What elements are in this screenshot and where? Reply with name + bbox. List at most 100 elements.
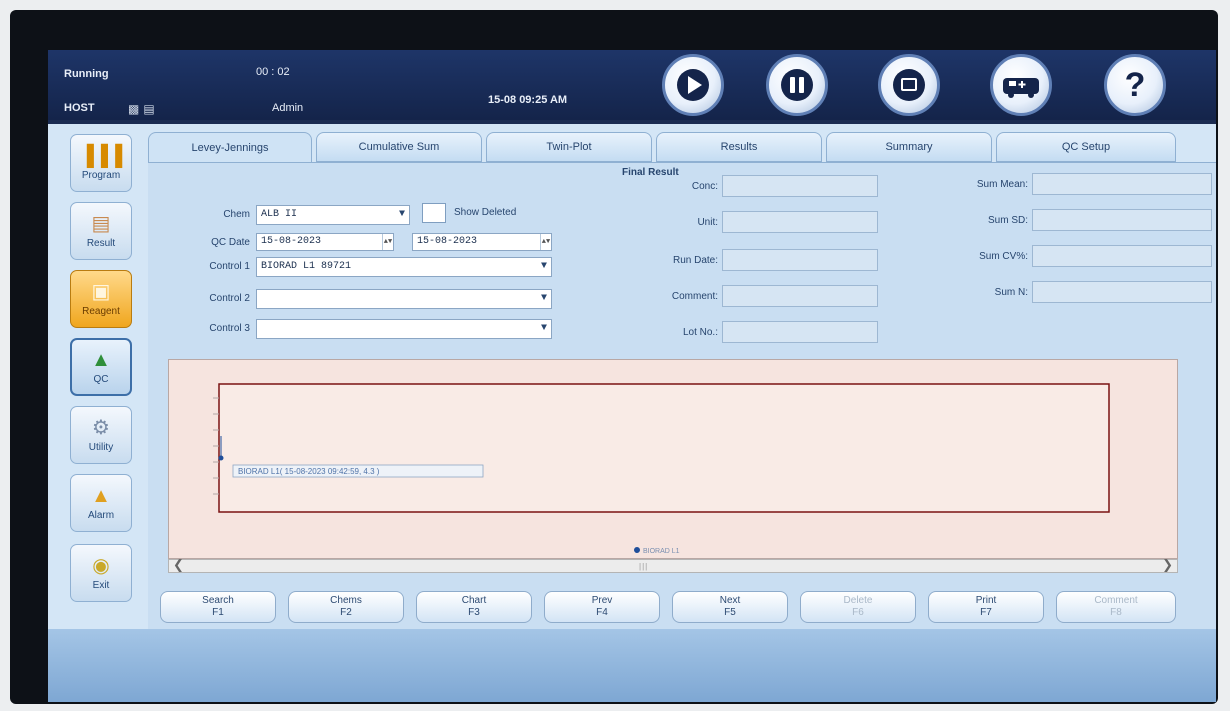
stop-button[interactable] bbox=[878, 54, 940, 116]
status-strip bbox=[48, 629, 1216, 702]
chart-button[interactable]: Chart F3 bbox=[416, 591, 532, 623]
scroll-right-icon[interactable]: ❯ bbox=[1162, 557, 1173, 573]
sidebar-item-label: Alarm bbox=[87, 509, 115, 521]
connection-icons: ▩▤ bbox=[128, 102, 159, 116]
sidebar-item-label: Result bbox=[86, 237, 116, 249]
button-label: Chems bbox=[330, 595, 362, 606]
monitor-bezel: Running 00 : 02 HOST ▩▤ Admin 15-08 09:2… bbox=[10, 10, 1218, 704]
tab-results[interactable]: Results bbox=[656, 132, 822, 162]
tab-twin-plot[interactable]: Twin-Plot bbox=[486, 132, 652, 162]
button-label: Print bbox=[975, 595, 997, 606]
sum-n-label: Sum N: bbox=[994, 287, 1028, 298]
chevron-down-icon: ▼ bbox=[540, 261, 547, 272]
program-icon: ▐▐▐ bbox=[79, 144, 123, 167]
chems-button[interactable]: Chems F2 bbox=[288, 591, 404, 623]
network-icon: ▩ bbox=[128, 102, 144, 116]
sidebar-item-reagent[interactable]: ▣ Reagent bbox=[70, 270, 132, 328]
sum-mean-label: Sum Mean: bbox=[976, 179, 1028, 190]
chevron-down-icon: ▼ bbox=[540, 323, 547, 334]
search-button[interactable]: Search F1 bbox=[160, 591, 276, 623]
comment-field bbox=[722, 285, 878, 307]
scroll-left-icon[interactable]: ❮ bbox=[173, 557, 184, 573]
sum-cv-label: Sum CV%: bbox=[979, 251, 1028, 262]
sidebar-item-label: Reagent bbox=[82, 305, 120, 317]
sidebar-item-label: Utility bbox=[88, 441, 114, 453]
prev-button[interactable]: Prev F4 bbox=[544, 591, 660, 623]
reagent-icon: ▣ bbox=[91, 280, 111, 303]
button-key: F6 bbox=[852, 607, 864, 618]
control3-select[interactable]: ▼ bbox=[256, 319, 552, 339]
sum-sd-field bbox=[1032, 209, 1212, 231]
date-spinner-icon[interactable]: ▲▼ bbox=[382, 234, 393, 250]
host-label: HOST bbox=[64, 102, 95, 114]
button-key: F4 bbox=[596, 607, 608, 618]
qc-date-from-value: 15-08-2023 bbox=[261, 236, 322, 247]
result-icon: ▤ bbox=[91, 212, 111, 235]
legend-marker bbox=[634, 547, 640, 553]
show-deleted-label: Show Deleted bbox=[454, 207, 517, 218]
scroll-grip[interactable]: ||| bbox=[639, 562, 648, 571]
emergency-button[interactable] bbox=[990, 54, 1052, 116]
button-label: Chart bbox=[461, 595, 487, 606]
show-deleted-checkbox[interactable] bbox=[422, 203, 446, 223]
clock: 15-08 09:25 AM bbox=[488, 94, 568, 106]
button-label: Search bbox=[202, 595, 234, 606]
comment-label: Comment: bbox=[671, 291, 718, 302]
alarm-icon: ▲ bbox=[91, 484, 111, 507]
sum-cv-field bbox=[1032, 245, 1212, 267]
unit-field bbox=[722, 211, 878, 233]
help-button[interactable]: ? bbox=[1104, 54, 1166, 116]
sidebar-item-alarm[interactable]: ▲ Alarm bbox=[70, 474, 132, 532]
help-icon: ? bbox=[1124, 65, 1146, 104]
run-date-label: Run Date: bbox=[672, 255, 718, 266]
chem-select[interactable]: ALB II ▼ bbox=[256, 205, 410, 225]
levey-jennings-chart: BIORAD L1( 15-08-2023 09:42:59, 4.3 ) BI… bbox=[168, 359, 1178, 559]
button-key: F2 bbox=[340, 607, 352, 618]
delete-button[interactable]: Delete F6 bbox=[800, 591, 916, 623]
tab-levey-jennings[interactable]: Levey-Jennings bbox=[148, 132, 312, 162]
control1-label: Control 1 bbox=[209, 261, 250, 272]
qc-date-to-field[interactable]: 15-08-2023 ▲▼ bbox=[412, 233, 552, 251]
ambulance-icon bbox=[1003, 78, 1039, 98]
plot-frame bbox=[218, 383, 1110, 513]
next-button[interactable]: Next F5 bbox=[672, 591, 788, 623]
chart-svg: BIORAD L1( 15-08-2023 09:42:59, 4.3 ) BI… bbox=[213, 383, 1110, 555]
tab-cumulative-sum[interactable]: Cumulative Sum bbox=[316, 132, 482, 162]
qc-date-from-field[interactable]: 15-08-2023 ▲▼ bbox=[256, 233, 394, 251]
sidebar-item-exit[interactable]: ◉ Exit bbox=[70, 544, 132, 602]
legend-label: BIORAD L1 bbox=[643, 548, 680, 555]
control1-value: BIORAD L1 89721 bbox=[261, 261, 352, 272]
point-label-text: BIORAD L1( 15-08-2023 09:42:59, 4.3 ) bbox=[238, 467, 380, 476]
button-key: F8 bbox=[1110, 607, 1122, 618]
chart-legend: BIORAD L1 bbox=[634, 547, 680, 555]
button-label: Delete bbox=[843, 595, 873, 606]
control2-label: Control 2 bbox=[209, 293, 250, 304]
chevron-down-icon: ▼ bbox=[398, 209, 405, 220]
chart-scrollbar[interactable]: ❮ ||| ❯ bbox=[168, 557, 1178, 573]
print-button[interactable]: Print F7 bbox=[928, 591, 1044, 623]
chem-value: ALB II bbox=[261, 209, 298, 220]
play-button[interactable] bbox=[662, 54, 724, 116]
button-key: F3 bbox=[468, 607, 480, 618]
screen-icon bbox=[893, 69, 925, 101]
sidebar-item-utility[interactable]: ⚙ Utility bbox=[70, 406, 132, 464]
control1-select[interactable]: BIORAD L1 89721 ▼ bbox=[256, 257, 552, 277]
comment-button[interactable]: Comment F8 bbox=[1056, 591, 1176, 623]
chem-label: Chem bbox=[223, 209, 250, 220]
tab-summary[interactable]: Summary bbox=[826, 132, 992, 162]
sidebar-item-program[interactable]: ▐▐▐ Program bbox=[70, 134, 132, 192]
tab-qc-setup[interactable]: QC Setup bbox=[996, 132, 1176, 162]
user-name: Admin bbox=[272, 102, 304, 114]
analyzer-app: Running 00 : 02 HOST ▩▤ Admin 15-08 09:2… bbox=[48, 50, 1216, 702]
pause-button[interactable] bbox=[766, 54, 828, 116]
conc-field bbox=[722, 175, 878, 197]
qc-icon: ▲ bbox=[91, 348, 111, 371]
date-spinner-icon[interactable]: ▲▼ bbox=[540, 234, 551, 250]
run-timer: 00 : 02 bbox=[256, 66, 290, 78]
sidebar-item-qc[interactable]: ▲ QC bbox=[70, 338, 132, 396]
conc-label: Conc: bbox=[691, 181, 718, 192]
sidebar-item-label: Exit bbox=[92, 579, 110, 591]
sidebar-item-result[interactable]: ▤ Result bbox=[70, 202, 132, 260]
control2-select[interactable]: ▼ bbox=[256, 289, 552, 309]
exit-icon: ◉ bbox=[92, 554, 110, 577]
